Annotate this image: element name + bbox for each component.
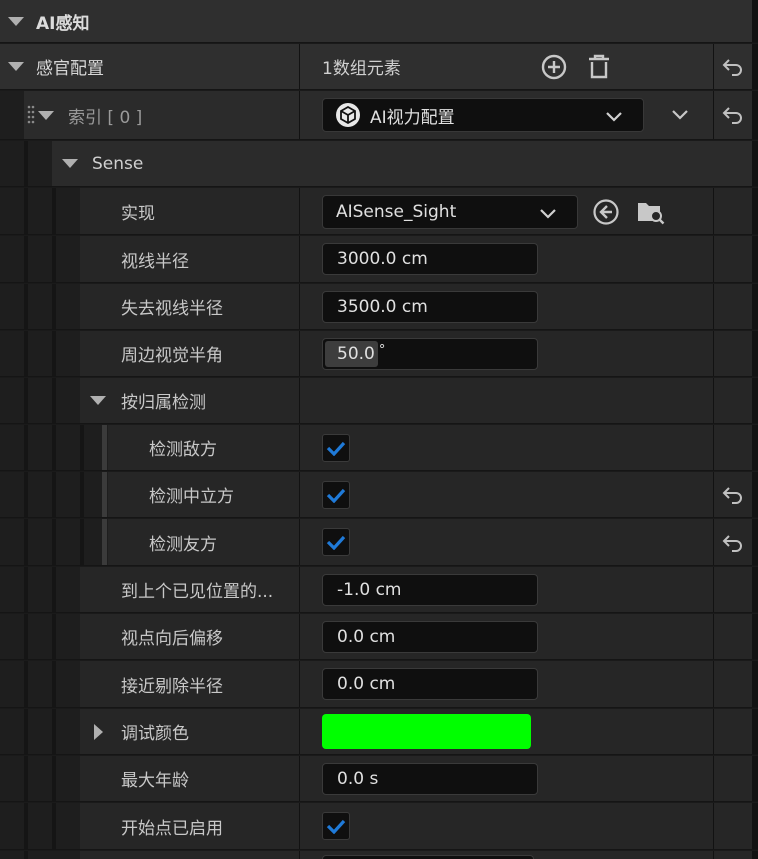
expand-arrow-icon[interactable] (94, 709, 103, 754)
property-row-auto-success-range: 到上个已见位置的... -1.0 cm (0, 567, 758, 613)
property-row-peripheral-angle: 周边视觉半角 50.0 ° (0, 331, 758, 377)
add-element-icon[interactable] (538, 52, 570, 82)
sense-group-row[interactable]: Sense (0, 141, 758, 187)
property-label: 检测敌方 (149, 440, 217, 460)
property-label: 周边视觉半角 (121, 346, 223, 366)
category-title: AI感知 (36, 13, 90, 34)
degree-unit: ° (378, 343, 386, 358)
sense-config-combo[interactable]: AI视力配置 (322, 98, 644, 132)
chevron-down-icon (539, 205, 557, 225)
senses-config-row: 感官配置 1数组元素 (0, 44, 758, 90)
checkmark-icon (326, 535, 346, 550)
pov-offset-input[interactable]: 0.0 cm (322, 621, 538, 653)
reset-to-default-icon[interactable] (718, 54, 748, 80)
property-row-implementation: 实现 AISense_Sight (0, 188, 758, 235)
affiliation-group-row[interactable]: 按归属检测 (0, 378, 758, 424)
property-row-sight-radius: 视线半径 3000.0 cm (0, 236, 758, 283)
property-label: 失去视线半径 (121, 299, 223, 319)
property-label: 最大年龄 (121, 771, 189, 791)
combo-value: AISense_Sight (336, 202, 457, 222)
property-label: 到上个已见位置的... (121, 582, 274, 602)
starts-enabled-checkbox[interactable] (322, 812, 350, 840)
near-clipping-radius-input[interactable]: 0.0 cm (322, 668, 538, 700)
property-label: 检测友方 (149, 534, 217, 555)
collapse-arrow-icon[interactable] (8, 44, 24, 89)
property-row-detect-neutrals: 检测中立方 (0, 472, 758, 518)
property-row-near-clipping-radius: 接近剔除半径 0.0 cm (0, 661, 758, 708)
implementation-class-combo[interactable]: AISense_Sight (322, 195, 578, 229)
chevron-down-icon (605, 108, 623, 128)
sight-radius-input[interactable]: 3000.0 cm (322, 243, 538, 275)
drag-handle-icon[interactable] (26, 103, 36, 127)
property-row-partial (0, 851, 758, 859)
property-label: 接近剔除半径 (121, 676, 223, 697)
sense-group-label: Sense (92, 153, 144, 174)
property-row-starts-enabled: 开始点已启用 (0, 803, 758, 850)
collapse-arrow-icon[interactable] (90, 378, 106, 423)
property-label: 调试颜色 (121, 724, 189, 744)
collapse-arrow-icon[interactable] (62, 141, 78, 186)
browse-folder-icon[interactable] (634, 196, 668, 228)
property-label: 检测中立方 (149, 487, 234, 507)
max-age-input[interactable]: 0.0 s (322, 763, 538, 795)
angle-value: 50.0 (337, 344, 375, 364)
reset-to-default-icon[interactable] (718, 530, 748, 556)
blueprint-class-icon (335, 102, 361, 128)
debug-color-swatch[interactable] (322, 714, 531, 749)
property-label: 实现 (121, 203, 155, 224)
peripheral-angle-slider[interactable]: 50.0 ° (322, 338, 538, 370)
use-selected-asset-icon[interactable] (590, 197, 622, 227)
property-label: 按归属检测 (121, 393, 206, 413)
reset-to-default-icon[interactable] (718, 482, 748, 508)
combo-value: AI视力配置 (370, 107, 455, 128)
property-label: 视点向后偏移 (121, 629, 223, 649)
property-row-debug-color: 调试颜色 (0, 709, 758, 755)
property-row-detect-friendlies: 检测友方 (0, 519, 758, 566)
lose-sight-radius-input[interactable]: 3500.0 cm (322, 291, 538, 323)
reset-to-default-icon[interactable] (718, 102, 748, 128)
auto-success-range-input[interactable]: -1.0 cm (322, 574, 538, 606)
property-label: 开始点已启用 (121, 818, 223, 839)
category-header-ai-perception[interactable]: AI感知 (0, 0, 758, 43)
index-label: 索引 [ 0 ] (68, 107, 143, 128)
property-row-max-age: 最大年龄 0.0 s (0, 756, 758, 802)
property-label: 视线半径 (121, 251, 189, 272)
property-row-detect-enemies: 检测敌方 (0, 425, 758, 471)
array-index-row: 索引 [ 0 ] AI视力配置 (0, 91, 758, 140)
collapse-arrow-icon[interactable] (38, 91, 54, 139)
collapse-arrow-icon[interactable] (8, 0, 24, 42)
checkmark-icon (326, 488, 346, 503)
chevron-down-icon[interactable] (664, 101, 696, 129)
array-count: 1数组元素 (322, 59, 401, 79)
detect-neutrals-checkbox[interactable] (322, 481, 350, 509)
senses-config-label: 感官配置 (36, 59, 104, 79)
partial-input[interactable] (322, 855, 534, 859)
detect-enemies-checkbox[interactable] (322, 434, 350, 462)
property-row-lose-sight-radius: 失去视线半径 3500.0 cm (0, 284, 758, 330)
checkmark-icon (326, 819, 346, 834)
delete-trash-icon[interactable] (584, 51, 614, 83)
property-row-pov-offset: 视点向后偏移 0.0 cm (0, 614, 758, 660)
detect-friendlies-checkbox[interactable] (322, 528, 350, 556)
checkmark-icon (326, 441, 346, 456)
